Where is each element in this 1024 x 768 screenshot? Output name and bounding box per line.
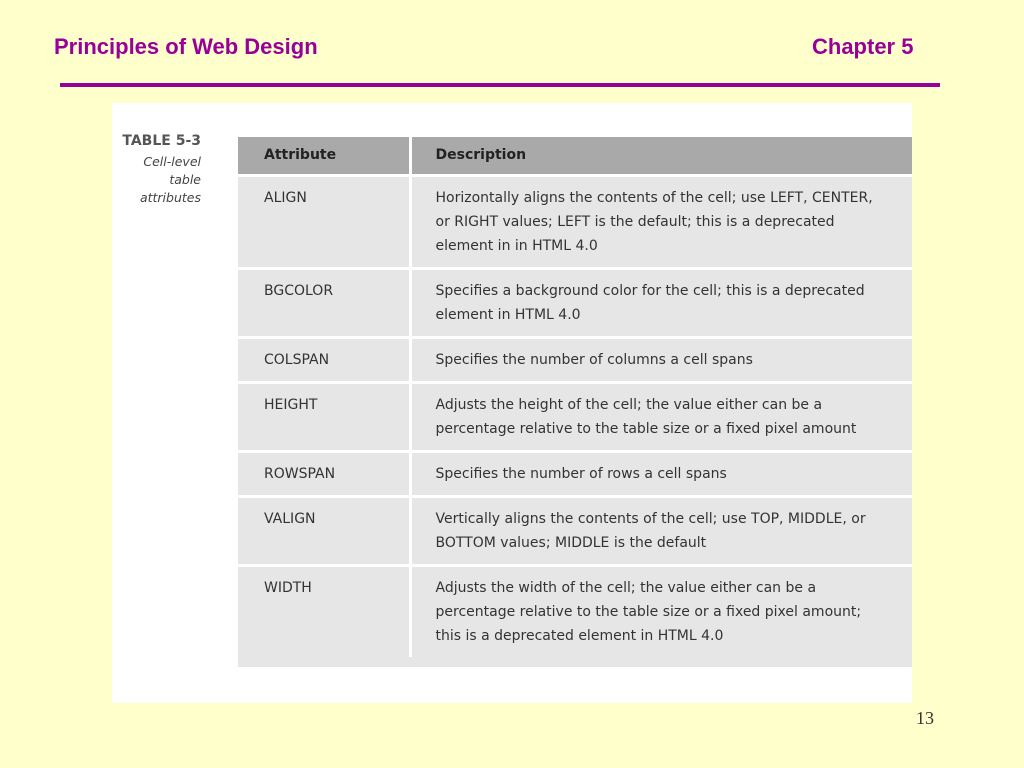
- attribute-table-wrapper: Attribute Description ALIGN Horizontally…: [238, 137, 912, 667]
- table-header-row: Attribute Description: [238, 137, 912, 175]
- attribute-cell: BGCOLOR: [238, 266, 410, 337]
- description-cell: Horizontally aligns the contents of the …: [408, 173, 912, 268]
- column-header-description: Description: [408, 137, 912, 175]
- table-caption-text: Cell-level table attributes: [139, 154, 201, 205]
- attribute-cell: ALIGN: [238, 173, 410, 268]
- table-row: BGCOLOR Specifies a background color for…: [238, 266, 912, 337]
- description-cell: Adjusts the height of the cell; the valu…: [408, 380, 912, 451]
- description-cell: Specifies the number of rows a cell span…: [408, 449, 912, 496]
- table-caption: TABLE 5-3 Cell-level table attributes: [112, 133, 201, 207]
- table-row: ROWSPAN Specifies the number of rows a c…: [238, 449, 912, 496]
- title-divider: [60, 83, 940, 87]
- table-number: TABLE 5-3: [122, 133, 201, 149]
- table-row: HEIGHT Adjusts the height of the cell; t…: [238, 380, 912, 451]
- table-row: WIDTH Adjusts the width of the cell; the…: [238, 563, 912, 657]
- column-header-attribute: Attribute: [238, 137, 410, 175]
- description-cell: Specifies a background color for the cel…: [408, 266, 912, 337]
- description-cell: Vertically aligns the contents of the ce…: [408, 494, 912, 565]
- table-row: VALIGN Vertically aligns the contents of…: [238, 494, 912, 565]
- description-cell: Adjusts the width of the cell; the value…: [408, 563, 912, 657]
- attribute-cell: COLSPAN: [238, 335, 410, 382]
- table-row: ALIGN Horizontally aligns the contents o…: [238, 173, 912, 268]
- description-cell: Specifies the number of columns a cell s…: [408, 335, 912, 382]
- attribute-cell: WIDTH: [238, 563, 410, 657]
- table-row: COLSPAN Specifies the number of columns …: [238, 335, 912, 382]
- attribute-cell: VALIGN: [238, 494, 410, 565]
- attribute-cell: HEIGHT: [238, 380, 410, 451]
- page-number: 13: [916, 708, 934, 728]
- attribute-cell: ROWSPAN: [238, 449, 410, 496]
- table-figure: TABLE 5-3 Cell-level table attributes At…: [112, 103, 912, 703]
- slide-title: Principles of Web Design: [54, 34, 318, 59]
- attribute-table: Attribute Description ALIGN Horizontally…: [238, 137, 912, 657]
- chapter-label: Chapter 5: [812, 34, 914, 59]
